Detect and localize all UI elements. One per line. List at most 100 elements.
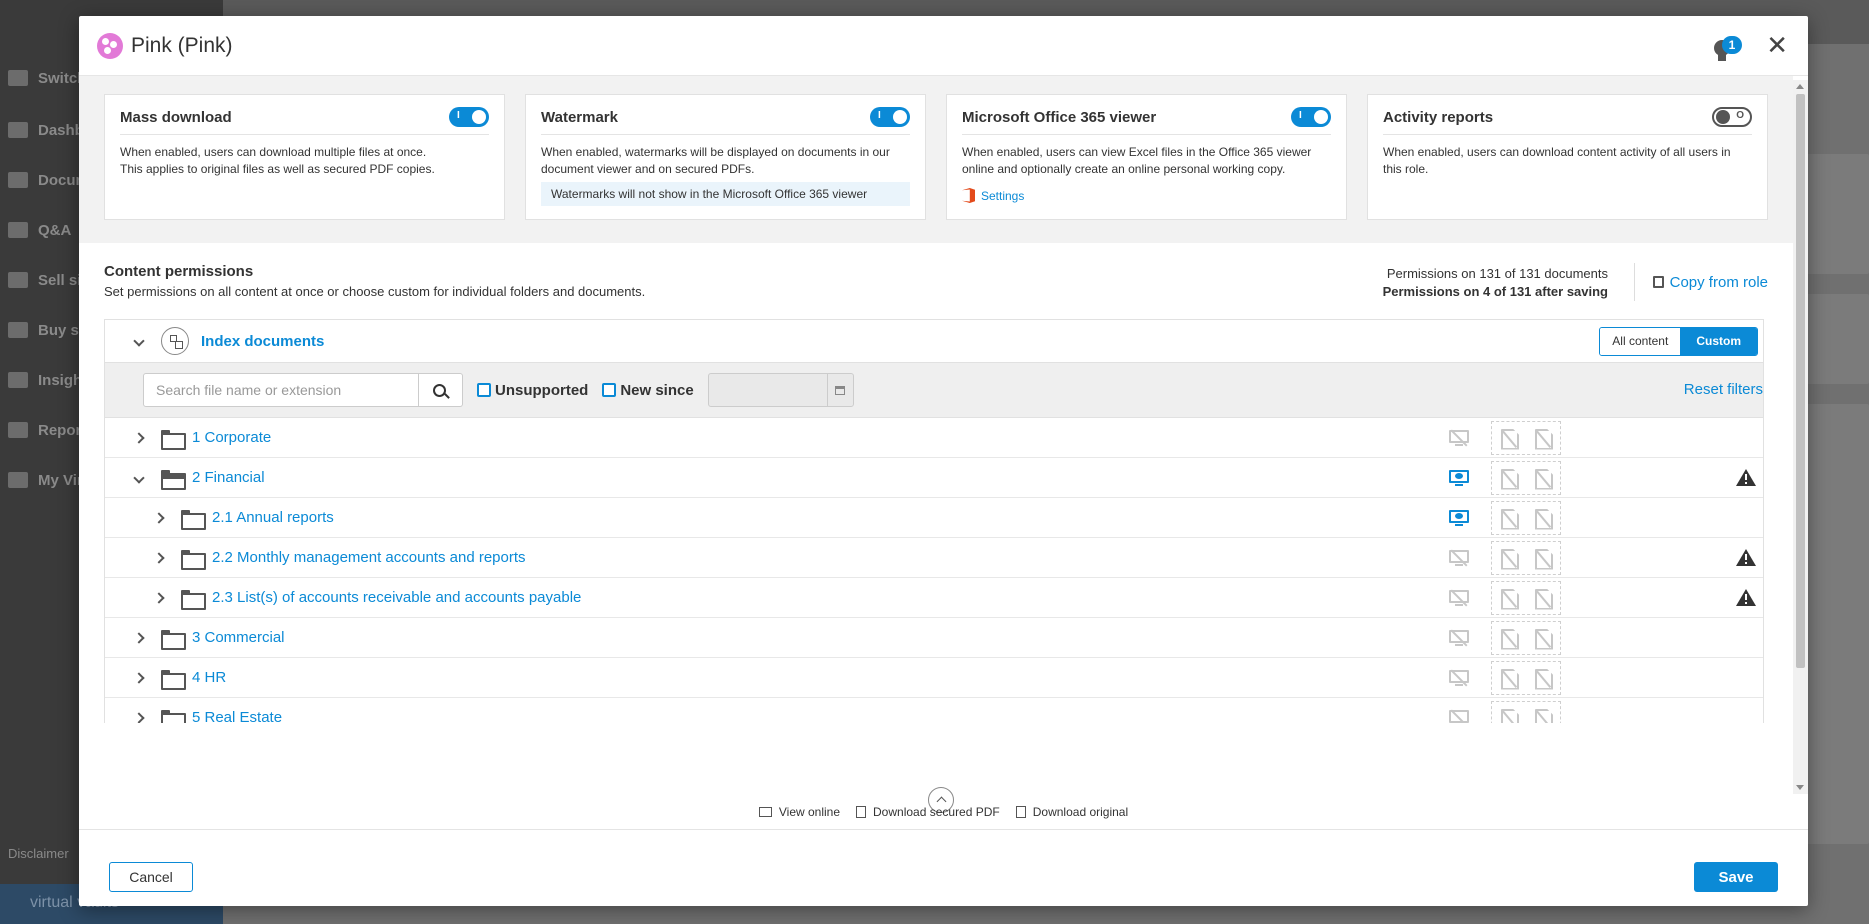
folder-name-link[interactable]: 4 HR: [192, 669, 226, 686]
chevron-right-icon[interactable]: [153, 511, 165, 524]
card-title: Microsoft Office 365 viewer: [962, 108, 1157, 126]
folder-name-link[interactable]: 2.1 Annual reports: [212, 509, 334, 526]
view-online-disabled-icon[interactable]: [1449, 629, 1469, 647]
search-input[interactable]: [143, 373, 419, 407]
download-permission-group: [1491, 581, 1561, 615]
view-online-disabled-icon[interactable]: [1449, 549, 1469, 567]
download-original-disabled-icon[interactable]: [1535, 549, 1551, 568]
legend-download-secured-pdf: Download secured PDF: [856, 805, 1000, 819]
modal-title: Pink (Pink): [131, 33, 233, 57]
view-online-disabled-icon[interactable]: [1449, 429, 1469, 447]
view-online-icon: [758, 806, 772, 817]
card-description-line: When enabled, users can download content…: [1383, 145, 1731, 159]
chevron-right-icon[interactable]: [133, 711, 145, 723]
mass-download-toggle[interactable]: I: [449, 107, 489, 127]
tree-row: 2.2 Monthly management accounts and repo…: [105, 538, 1763, 578]
folder-name-link[interactable]: 2.2 Monthly management accounts and repo…: [212, 549, 526, 566]
calendar-icon[interactable]: [826, 374, 853, 406]
chevron-right-icon[interactable]: [133, 671, 145, 684]
download-original-disabled-icon[interactable]: [1535, 629, 1551, 648]
toggle-knob: [1716, 110, 1730, 124]
download-secured-pdf-disabled-icon[interactable]: [1501, 709, 1517, 724]
folder-icon: [181, 549, 206, 570]
unsupported-filter[interactable]: Unsupported: [477, 382, 588, 399]
checkbox-icon[interactable]: [477, 383, 491, 397]
office365-viewer-toggle[interactable]: I: [1291, 107, 1331, 127]
modal-footer: Cancel Save: [79, 847, 1808, 906]
save-button[interactable]: Save: [1694, 862, 1778, 892]
folder-name-link[interactable]: 3 Commercial: [192, 629, 285, 646]
notifications-bulb-icon[interactable]: 1: [1710, 32, 1742, 62]
download-original-disabled-icon[interactable]: [1535, 669, 1551, 688]
view-online-enabled-icon[interactable]: [1449, 469, 1469, 487]
office365-settings-link[interactable]: Settings: [962, 188, 1331, 203]
card-title: Mass download: [120, 108, 232, 126]
all-content-button[interactable]: All content: [1600, 328, 1681, 355]
permission-icons: [1449, 701, 1561, 723]
modal-scrollbar[interactable]: [1793, 80, 1808, 794]
download-original-disabled-icon[interactable]: [1535, 429, 1551, 448]
download-permission-group: [1491, 421, 1561, 455]
activity-reports-toggle[interactable]: O: [1712, 107, 1752, 127]
sell-side-icon: [8, 272, 28, 288]
scrollbar-thumb[interactable]: [1796, 94, 1805, 668]
folder-icon: [161, 429, 186, 450]
permissions-legend: View online Download secured PDF Downloa…: [79, 794, 1808, 830]
watermark-toggle[interactable]: I: [870, 107, 910, 127]
tree-row: 4 HR: [105, 658, 1763, 698]
download-original-disabled-icon[interactable]: [1535, 589, 1551, 608]
card-head: Microsoft Office 365 viewer I: [962, 107, 1331, 135]
view-online-disabled-icon[interactable]: [1449, 589, 1469, 607]
download-original-disabled-icon[interactable]: [1535, 709, 1551, 724]
index-documents-link[interactable]: Index documents: [201, 333, 324, 350]
download-secured-pdf-disabled-icon[interactable]: [1501, 549, 1517, 568]
download-original-disabled-icon[interactable]: [1535, 509, 1551, 528]
chevron-right-icon[interactable]: [133, 431, 145, 444]
card-description-line: This applies to original files as well a…: [120, 162, 435, 176]
warning-icon: [1736, 549, 1756, 566]
checkbox-icon[interactable]: [602, 383, 617, 397]
download-permission-group: [1491, 661, 1561, 695]
chevron-right-icon[interactable]: [133, 631, 145, 644]
download-secured-pdf-disabled-icon[interactable]: [1501, 589, 1517, 608]
chevron-right-icon[interactable]: [153, 591, 165, 604]
scroll-up-icon[interactable]: [1796, 84, 1804, 89]
chevron-right-icon[interactable]: [153, 551, 165, 564]
permission-icons: [1449, 581, 1561, 615]
folder-name-link[interactable]: 2.3 List(s) of accounts receivable and a…: [212, 589, 581, 606]
download-secured-pdf-disabled-icon[interactable]: [1501, 469, 1517, 488]
cancel-button[interactable]: Cancel: [109, 862, 193, 892]
view-online-disabled-icon[interactable]: [1449, 669, 1469, 687]
new-since-date-field[interactable]: [707, 373, 854, 407]
count-after-saving: Permissions on 4 of 131 after saving: [1382, 284, 1608, 299]
view-online-disabled-icon[interactable]: [1449, 709, 1469, 723]
copy-from-role-button[interactable]: Copy from role: [1633, 263, 1768, 301]
close-icon[interactable]: ✕: [1766, 30, 1788, 60]
new-since-label: New since: [620, 381, 694, 399]
download-original-disabled-icon[interactable]: [1535, 469, 1551, 488]
copy-from-role-label: Copy from role: [1669, 273, 1768, 291]
download-secured-pdf-disabled-icon[interactable]: [1501, 669, 1517, 688]
custom-button[interactable]: Custom: [1680, 328, 1757, 355]
folder-name-link[interactable]: 1 Corporate: [192, 429, 271, 446]
warning-icon: [1736, 589, 1756, 606]
folder-name-link[interactable]: 5 Real Estate: [192, 709, 282, 723]
folder-icon: [181, 589, 206, 610]
unsupported-label: Unsupported: [495, 381, 589, 399]
view-online-enabled-icon[interactable]: [1449, 509, 1469, 527]
folder-icon: [161, 629, 186, 650]
search-icon[interactable]: [419, 373, 463, 407]
new-since-filter[interactable]: New since: [602, 381, 694, 399]
chevron-down-icon[interactable]: [133, 471, 145, 484]
tree-row: 3 Commercial: [105, 618, 1763, 658]
permission-icons: [1449, 541, 1561, 575]
scroll-down-icon[interactable]: [1796, 785, 1804, 790]
reset-filters-link[interactable]: Reset filters: [1684, 381, 1763, 398]
download-secured-pdf-disabled-icon[interactable]: [1501, 509, 1517, 528]
tree-row: 2.3 List(s) of accounts receivable and a…: [105, 578, 1763, 618]
permission-icons: [1449, 661, 1561, 695]
download-secured-pdf-disabled-icon[interactable]: [1501, 629, 1517, 648]
chevron-down-icon[interactable]: [133, 335, 145, 347]
folder-name-link[interactable]: 2 Financial: [192, 469, 265, 486]
download-secured-pdf-disabled-icon[interactable]: [1501, 429, 1517, 448]
